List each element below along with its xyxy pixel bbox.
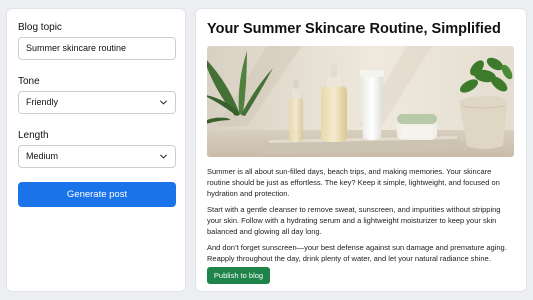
generate-post-button[interactable]: Generate post: [18, 182, 176, 207]
chevron-down-icon: [160, 100, 167, 105]
app-root: Blog topic Summer skincare routine Tone …: [0, 0, 533, 300]
settings-panel: Blog topic Summer skincare routine Tone …: [6, 8, 186, 292]
post-paragraph-2: Start with a gentle cleanser to remove s…: [207, 205, 501, 236]
chevron-down-icon: [160, 154, 167, 159]
post-paragraph-1: Summer is all about sun-filled days, bea…: [207, 167, 500, 198]
length-select-value: Medium: [26, 151, 59, 161]
topic-label: Blog topic: [18, 22, 62, 33]
post-preview-panel: Your Summer Skincare Routine, Simplified: [195, 8, 527, 292]
post-paragraph-3: And don’t forget sunscreen—your best def…: [207, 243, 507, 263]
publish-button[interactable]: Publish to blog: [207, 267, 270, 284]
length-label: Length: [18, 130, 49, 141]
post-title: Your Summer Skincare Routine, Simplified: [207, 21, 501, 37]
length-select[interactable]: Medium: [18, 145, 176, 168]
tone-label: Tone: [18, 76, 40, 87]
hero-image: [207, 46, 514, 157]
topic-input[interactable]: Summer skincare routine: [18, 37, 176, 60]
tone-select-value: Friendly: [26, 97, 59, 107]
tone-select[interactable]: Friendly: [18, 91, 176, 114]
